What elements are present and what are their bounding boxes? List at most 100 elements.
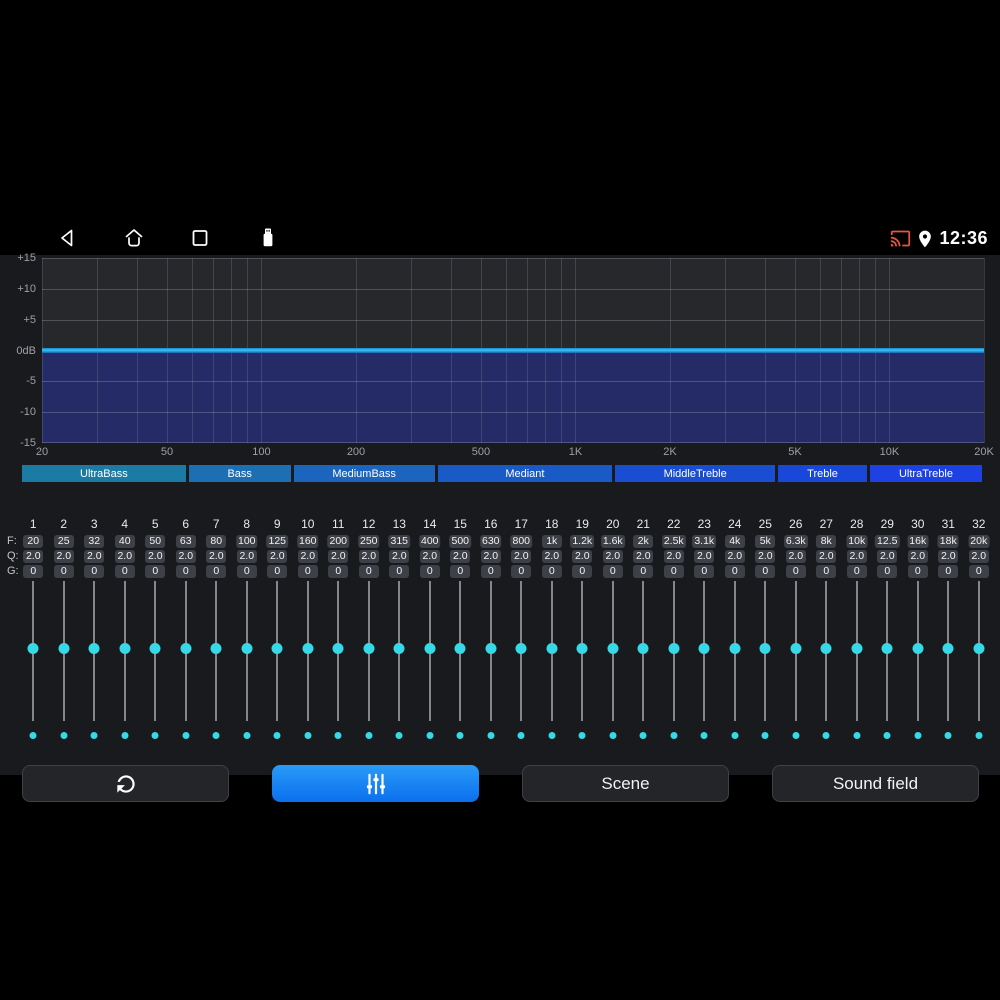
band-q-value[interactable]: 2.0 (450, 550, 471, 563)
band-f-value[interactable]: 50 (145, 535, 166, 548)
band-f-value[interactable]: 100 (235, 535, 258, 548)
band-g-value[interactable]: 0 (419, 565, 440, 578)
band-f-value[interactable]: 125 (266, 535, 289, 548)
band-f-value[interactable]: 4k (724, 535, 745, 548)
reset-button[interactable] (22, 765, 229, 802)
slider-knob[interactable] (210, 643, 222, 654)
band-f-value[interactable]: 63 (175, 535, 196, 548)
band-g-value[interactable]: 0 (724, 565, 745, 578)
band-q-value[interactable]: 2.0 (907, 550, 928, 563)
usb-button[interactable] (256, 226, 280, 250)
slider-knob[interactable] (271, 643, 283, 654)
band-g-value[interactable]: 0 (968, 565, 989, 578)
slider-knob[interactable] (942, 643, 954, 654)
band-f-value[interactable]: 5k (755, 535, 776, 548)
band-g-value[interactable]: 0 (145, 565, 166, 578)
slider-knob[interactable] (790, 643, 802, 654)
band-g-value[interactable]: 0 (236, 565, 257, 578)
scene-button[interactable]: Scene (522, 765, 729, 802)
slider-knob[interactable] (393, 643, 405, 654)
home-button[interactable] (122, 226, 146, 250)
band-g-value[interactable]: 0 (785, 565, 806, 578)
band-f-value[interactable]: 160 (296, 535, 319, 548)
band-f-value[interactable]: 20k (968, 535, 990, 548)
band-g-value[interactable]: 0 (633, 565, 654, 578)
slider-knob[interactable] (119, 643, 131, 654)
band-g-value[interactable]: 0 (389, 565, 410, 578)
band-g-value[interactable]: 0 (328, 565, 349, 578)
band-g-value[interactable]: 0 (267, 565, 288, 578)
band-q-value[interactable]: 2.0 (206, 550, 227, 563)
band-q-value[interactable]: 2.0 (938, 550, 959, 563)
band-q-value[interactable]: 2.0 (511, 550, 532, 563)
band-q-value[interactable]: 2.0 (267, 550, 288, 563)
band-f-value[interactable]: 315 (388, 535, 411, 548)
band-f-value[interactable]: 18k (937, 535, 959, 548)
band-q-value[interactable]: 2.0 (419, 550, 440, 563)
band-q-value[interactable]: 2.0 (755, 550, 776, 563)
slider-knob[interactable] (912, 643, 924, 654)
slider-knob[interactable] (454, 643, 466, 654)
band-q-value[interactable]: 2.0 (846, 550, 867, 563)
slider-knob[interactable] (363, 643, 375, 654)
slider-knob[interactable] (180, 643, 192, 654)
band-g-value[interactable]: 0 (206, 565, 227, 578)
band-g-value[interactable]: 0 (694, 565, 715, 578)
band-q-value[interactable]: 2.0 (236, 550, 257, 563)
band-g-value[interactable]: 0 (480, 565, 501, 578)
band-q-value[interactable]: 2.0 (328, 550, 349, 563)
band-f-value[interactable]: 2.5k (661, 535, 686, 548)
slider-knob[interactable] (881, 643, 893, 654)
band-f-value[interactable]: 1k (541, 535, 562, 548)
slider-knob[interactable] (515, 643, 527, 654)
band-q-value[interactable]: 2.0 (53, 550, 74, 563)
band-g-value[interactable]: 0 (846, 565, 867, 578)
band-f-value[interactable]: 12.5 (875, 535, 900, 548)
band-g-value[interactable]: 0 (755, 565, 776, 578)
equalizer-button[interactable] (272, 765, 479, 802)
band-f-value[interactable]: 1.6k (600, 535, 625, 548)
slider-knob[interactable] (88, 643, 100, 654)
band-f-value[interactable]: 200 (327, 535, 350, 548)
band-q-value[interactable]: 2.0 (480, 550, 501, 563)
band-f-value[interactable]: 400 (418, 535, 441, 548)
band-q-value[interactable]: 2.0 (541, 550, 562, 563)
slider-knob[interactable] (485, 643, 497, 654)
band-f-value[interactable]: 630 (479, 535, 502, 548)
slider-knob[interactable] (668, 643, 680, 654)
slider-knob[interactable] (607, 643, 619, 654)
band-f-value[interactable]: 1.2k (570, 535, 595, 548)
band-f-value[interactable]: 800 (510, 535, 533, 548)
band-q-value[interactable]: 2.0 (389, 550, 410, 563)
sound-field-button[interactable]: Sound field (772, 765, 979, 802)
band-q-value[interactable]: 2.0 (297, 550, 318, 563)
band-q-value[interactable]: 2.0 (968, 550, 989, 563)
band-g-value[interactable]: 0 (816, 565, 837, 578)
back-button[interactable] (55, 226, 79, 250)
band-q-value[interactable]: 2.0 (175, 550, 196, 563)
band-g-value[interactable]: 0 (541, 565, 562, 578)
slider-knob[interactable] (698, 643, 710, 654)
band-q-value[interactable]: 2.0 (23, 550, 44, 563)
band-q-value[interactable]: 2.0 (663, 550, 684, 563)
slider-knob[interactable] (27, 643, 39, 654)
band-g-value[interactable]: 0 (53, 565, 74, 578)
band-g-value[interactable]: 0 (663, 565, 684, 578)
band-q-value[interactable]: 2.0 (816, 550, 837, 563)
band-g-value[interactable]: 0 (358, 565, 379, 578)
band-q-value[interactable]: 2.0 (633, 550, 654, 563)
band-q-value[interactable]: 2.0 (114, 550, 135, 563)
slider-knob[interactable] (546, 643, 558, 654)
slider-knob[interactable] (302, 643, 314, 654)
band-q-value[interactable]: 2.0 (358, 550, 379, 563)
slider-knob[interactable] (241, 643, 253, 654)
band-g-value[interactable]: 0 (572, 565, 593, 578)
band-g-value[interactable]: 0 (84, 565, 105, 578)
band-f-value[interactable]: 25 (53, 535, 74, 548)
band-q-value[interactable]: 2.0 (84, 550, 105, 563)
band-f-value[interactable]: 2k (633, 535, 654, 548)
band-g-value[interactable]: 0 (23, 565, 44, 578)
band-g-value[interactable]: 0 (511, 565, 532, 578)
band-g-value[interactable]: 0 (175, 565, 196, 578)
band-q-value[interactable]: 2.0 (877, 550, 898, 563)
